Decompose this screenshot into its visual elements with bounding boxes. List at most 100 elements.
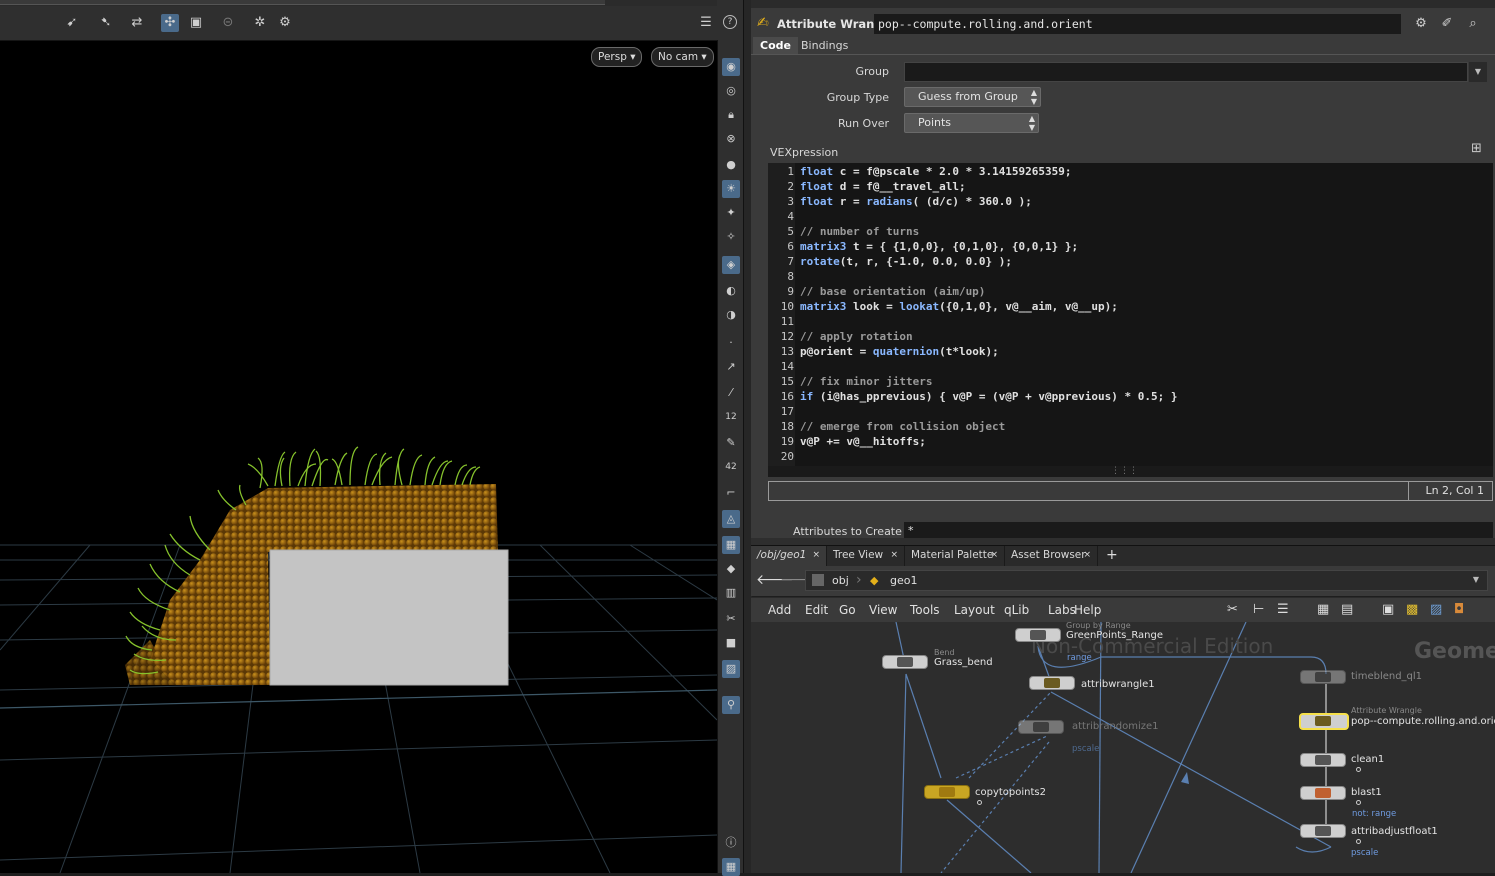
- group-dropdown-icon[interactable]: ▼: [1469, 62, 1487, 82]
- menu-tools[interactable]: Tools: [910, 603, 940, 617]
- close-icon[interactable]: ×: [812, 546, 820, 565]
- palette-icon[interactable]: ◘: [1454, 602, 1464, 617]
- select-tool-icon[interactable]: ➹: [63, 14, 81, 32]
- tab-obj-geo1[interactable]: /obj/geo1 ×: [751, 546, 827, 566]
- search-icon[interactable]: ⌕: [1464, 15, 1482, 33]
- code-scrollbar[interactable]: ⋮⋮⋮: [768, 466, 1493, 477]
- flag-dot[interactable]: [977, 800, 982, 805]
- menu-edit[interactable]: Edit: [805, 603, 828, 617]
- expand-editor-icon[interactable]: ⊞: [1471, 141, 1482, 156]
- prim-numbers-icon[interactable]: 42: [722, 458, 740, 476]
- gear-box-icon[interactable]: ⚙: [276, 14, 294, 32]
- pane-splitter[interactable]: [751, 538, 1495, 545]
- node-attribrandomize1[interactable]: [1018, 720, 1064, 734]
- node-timeblend[interactable]: [1300, 670, 1346, 684]
- display-options-icon[interactable]: ☰: [697, 14, 715, 32]
- camera-mode-button[interactable]: Persp ▾: [591, 47, 643, 67]
- menu-qlib[interactable]: qLib: [1004, 603, 1029, 617]
- eye-icon[interactable]: ◐: [722, 282, 740, 300]
- camera-icon[interactable]: ◈: [722, 256, 740, 274]
- run-over-menu[interactable]: Points ▲ ▼: [904, 113, 1039, 133]
- path-obj[interactable]: obj: [832, 574, 849, 587]
- brush-icon[interactable]: ✎: [722, 434, 740, 452]
- tab-material-palette[interactable]: Material Palette ×: [905, 546, 1005, 566]
- image-icon[interactable]: ▨: [1430, 602, 1442, 617]
- shading-icon[interactable]: ◉: [722, 58, 740, 76]
- node-name-field[interactable]: pop--compute.rolling.and.orient: [874, 14, 1401, 34]
- menu-add[interactable]: Add: [768, 603, 791, 617]
- transform-tool-icon[interactable]: ⇄: [128, 14, 146, 32]
- node-pop-orient[interactable]: [1299, 713, 1349, 730]
- expression-input[interactable]: [768, 481, 1409, 501]
- layout-icon[interactable]: ▦: [722, 858, 740, 876]
- network-box-icon[interactable]: ▣: [1382, 602, 1394, 617]
- point-icon[interactable]: ·: [722, 334, 740, 352]
- resize-handle-icon[interactable]: ⋮⋮⋮: [1111, 466, 1138, 477]
- menu-help[interactable]: Help: [1074, 603, 1101, 617]
- wire-icon[interactable]: ◬: [722, 510, 740, 528]
- bug-icon[interactable]: ✲: [251, 14, 269, 32]
- info-icon[interactable]: ⓘ: [722, 834, 740, 852]
- plane-icon[interactable]: ◆: [722, 560, 740, 578]
- flag-dot[interactable]: [1356, 839, 1361, 844]
- wrench-icon[interactable]: ✂: [1227, 602, 1238, 617]
- close-icon[interactable]: ×: [1083, 546, 1091, 565]
- flag-dot[interactable]: [1356, 767, 1361, 772]
- menu-go[interactable]: Go: [839, 603, 856, 617]
- scene-viewport[interactable]: [0, 0, 717, 873]
- scissor-icon[interactable]: ✂: [722, 610, 740, 628]
- list-icon[interactable]: ☰: [1277, 602, 1289, 617]
- image-icon[interactable]: ▨: [722, 660, 740, 678]
- pick-icon[interactable]: ⁄: [722, 384, 740, 402]
- menu-layout[interactable]: Layout: [954, 603, 995, 617]
- gear-icon[interactable]: ⚙: [1412, 15, 1430, 33]
- menu-labs[interactable]: Labs: [1048, 603, 1076, 617]
- camera-lock-icon[interactable]: ▣: [187, 14, 205, 32]
- add-tab-icon[interactable]: +: [1106, 547, 1118, 563]
- close-icon[interactable]: ×: [890, 546, 898, 565]
- grid-icon[interactable]: ▦: [722, 536, 740, 554]
- normal-icon[interactable]: ↗: [722, 358, 740, 376]
- grid-icon[interactable]: ▦: [1317, 602, 1329, 617]
- node-copytopoints2[interactable]: [924, 785, 970, 799]
- tab-bindings[interactable]: Bindings: [794, 37, 855, 54]
- tab-asset-browser[interactable]: Asset Browser ×: [1005, 546, 1098, 566]
- close-icon[interactable]: ×: [990, 546, 998, 565]
- help-icon[interactable]: ?: [723, 15, 737, 29]
- network-editor[interactable]: Non-Commercial Edition Geome Bend Grass_…: [751, 622, 1495, 873]
- node-greenpoints-range[interactable]: [1015, 628, 1061, 642]
- code-editor[interactable]: 1 float c = f@pscale * 2.0 * 3.1415926535…: [768, 163, 1493, 466]
- building-icon[interactable]: ▥: [722, 584, 740, 602]
- headlight-icon[interactable]: ✧: [722, 228, 740, 246]
- pin-icon[interactable]: ⚲: [722, 696, 740, 714]
- flag-dot[interactable]: [1356, 800, 1361, 805]
- node-clean1[interactable]: [1300, 753, 1346, 767]
- pose-tool-icon[interactable]: ➷: [97, 14, 115, 32]
- lock-icon[interactable]: 🔒︎: [722, 106, 740, 124]
- path-geo[interactable]: geo1: [890, 574, 917, 587]
- path-field[interactable]: obj › ◆ geo1 ▼: [805, 570, 1488, 591]
- sphere-icon[interactable]: ●: [722, 156, 740, 174]
- node-attribadjustfloat1[interactable]: [1300, 824, 1346, 838]
- tab-code[interactable]: Code: [753, 37, 798, 54]
- stop-icon[interactable]: ■: [722, 634, 740, 652]
- light-icon[interactable]: ☀: [722, 180, 740, 198]
- menu-view[interactable]: View: [869, 603, 897, 617]
- sticky-note-icon[interactable]: ▩: [1406, 602, 1418, 617]
- point-numbers-icon[interactable]: 12: [722, 408, 740, 426]
- node-attribwrangle1[interactable]: [1029, 676, 1075, 690]
- group-type-menu[interactable]: Guess from Group ▲ ▼: [904, 87, 1041, 107]
- tree-icon[interactable]: ⊢: [1253, 602, 1264, 617]
- view-camera-icon[interactable]: ◑: [722, 306, 740, 324]
- close-circle-icon[interactable]: ⊗: [722, 130, 740, 148]
- tab-tree-view[interactable]: Tree View ×: [827, 546, 905, 566]
- node-grass-bend[interactable]: [882, 655, 928, 669]
- snap-tool-icon[interactable]: ✣: [161, 14, 179, 32]
- table-icon[interactable]: ▤: [1341, 602, 1353, 617]
- visibility-icon[interactable]: ◎: [722, 82, 740, 100]
- path-dropdown-icon[interactable]: ▼: [1473, 575, 1479, 584]
- node-blast1[interactable]: [1300, 786, 1346, 800]
- group-field[interactable]: [904, 62, 1468, 82]
- corner-icon[interactable]: ⌐: [722, 484, 740, 502]
- bulb-icon[interactable]: ✦: [722, 204, 740, 222]
